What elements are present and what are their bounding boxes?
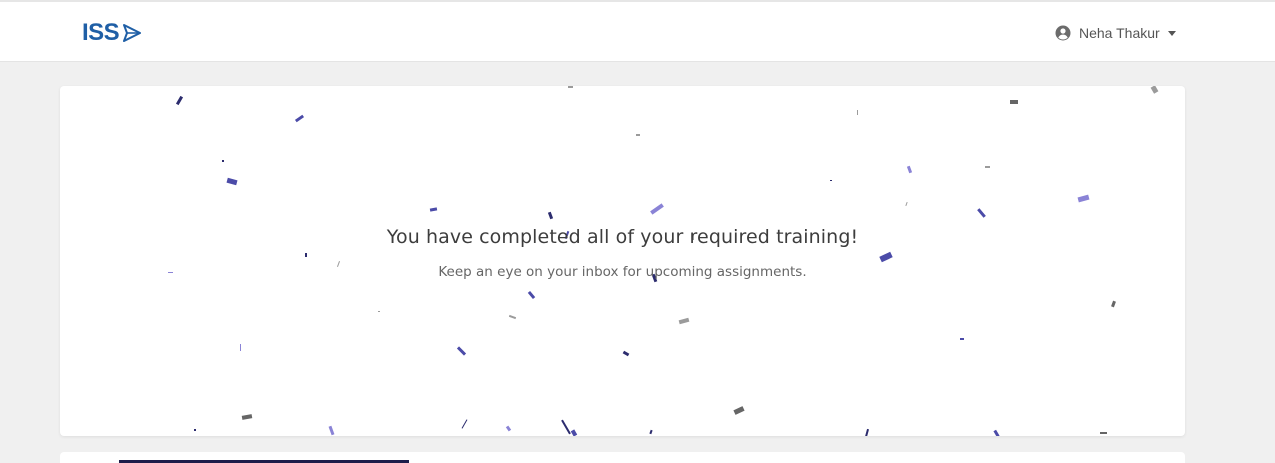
- top-navbar: ISS Neha Thakur: [0, 0, 1275, 62]
- completion-card: You have completed all of your required …: [60, 86, 1185, 436]
- confetti-piece: [879, 251, 893, 263]
- confetti-piece: [993, 429, 1000, 436]
- confetti-piece: [429, 207, 438, 212]
- logo-text: ISS: [82, 19, 120, 46]
- confetti-piece: [222, 160, 224, 162]
- confetti-piece: [864, 428, 870, 436]
- paper-plane-icon: [123, 24, 142, 42]
- confetti-piece: [378, 311, 380, 312]
- confetti-piece: [194, 429, 196, 431]
- chevron-down-icon: [1167, 31, 1176, 36]
- confetti-piece: [461, 419, 468, 429]
- completion-title: You have completed all of your required …: [386, 226, 859, 248]
- confetti-piece: [568, 86, 573, 88]
- confetti-piece: [294, 114, 305, 123]
- confetti-piece: [508, 314, 517, 320]
- confetti-piece: [905, 201, 908, 207]
- confetti-piece: [175, 95, 184, 106]
- confetti-piece: [1111, 300, 1116, 308]
- confetti-piece: [570, 429, 578, 436]
- confetti-piece: [960, 338, 964, 340]
- confetti-piece: [830, 180, 832, 181]
- confetti-piece: [649, 429, 653, 435]
- confetti-piece: [241, 414, 253, 420]
- confetti-piece: [622, 350, 630, 357]
- confetti-piece: [733, 406, 745, 415]
- confetti-piece: [678, 317, 690, 325]
- confetti-piece: [906, 165, 913, 174]
- confetti-piece: [857, 110, 858, 115]
- confetti-piece: [1077, 194, 1090, 203]
- confetti-decoration: [168, 86, 1159, 436]
- confetti-piece: [977, 208, 986, 218]
- confetti-piece: [505, 425, 512, 432]
- completion-subtitle: Keep an eye on your inbox for upcoming a…: [438, 264, 807, 280]
- confetti-piece: [636, 134, 640, 136]
- confetti-piece: [240, 344, 241, 351]
- confetti-piece: [527, 290, 536, 300]
- confetti-piece: [1010, 100, 1018, 104]
- confetti-piece: [226, 177, 238, 186]
- iss-logo[interactable]: ISS: [82, 20, 142, 46]
- confetti-piece: [547, 211, 554, 220]
- confetti-piece: [561, 419, 571, 435]
- user-name: Neha Thakur: [1079, 25, 1160, 41]
- confetti-piece: [1150, 86, 1159, 94]
- confetti-piece: [456, 346, 467, 356]
- user-circle-icon: [1055, 25, 1071, 41]
- confetti-piece: [1100, 432, 1107, 434]
- confetti-piece: [305, 253, 307, 257]
- confetti-piece: [650, 203, 664, 215]
- user-menu-dropdown[interactable]: Neha Thakur: [1055, 22, 1176, 44]
- confetti-piece: [328, 425, 335, 436]
- confetti-piece: [985, 166, 990, 168]
